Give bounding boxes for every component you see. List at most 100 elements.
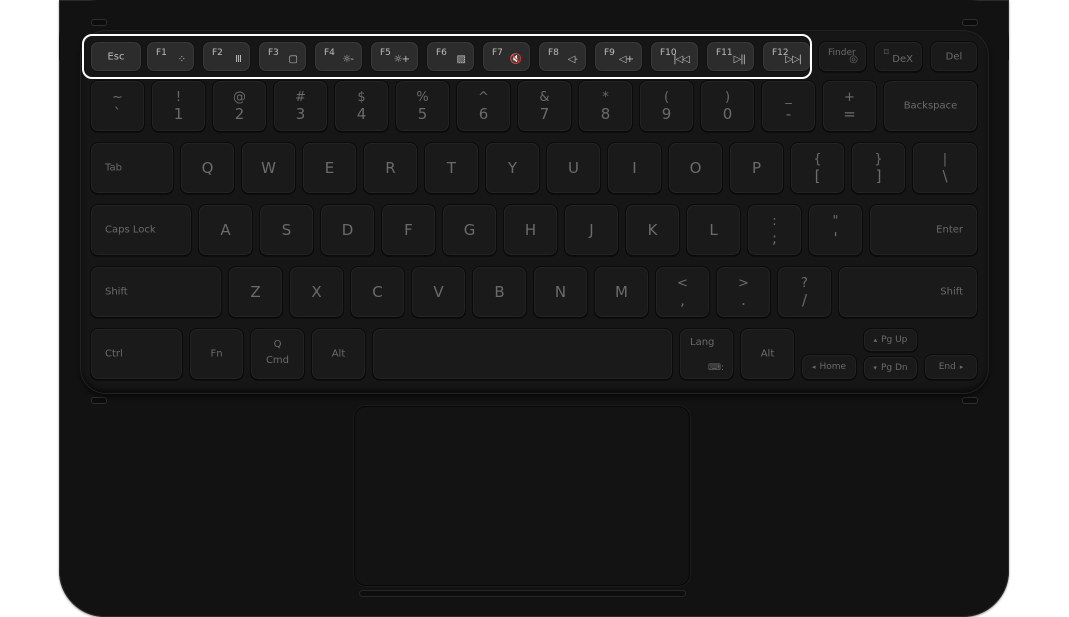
key-number-8[interactable]: * 8 [578, 80, 633, 132]
key-char: 1 [173, 105, 184, 123]
key-home-blank[interactable]: " ' [808, 204, 863, 256]
key-shift-blank[interactable]: <, [655, 266, 710, 318]
key-home-a[interactable]: A [198, 204, 253, 256]
key-f11[interactable]: F11 ▷|| [706, 41, 755, 72]
key-shift-blank[interactable]: >. [716, 266, 771, 318]
key-home-f[interactable]: F [381, 204, 436, 256]
key-qwerty-r[interactable]: R [363, 142, 418, 194]
mute-icon: 🔇 [509, 54, 522, 65]
key-home-k[interactable]: K [625, 204, 680, 256]
key-shift-shift[interactable]: Shift [90, 266, 222, 318]
key-home-g[interactable]: G [442, 204, 497, 256]
key-pg-up[interactable]: ▴ Pg Up [863, 328, 918, 352]
key-qwerty-e[interactable]: E [302, 142, 357, 194]
key-number-2[interactable]: @2 [212, 80, 267, 132]
key-f10[interactable]: F10 |◁◁ [650, 41, 699, 72]
key-label: Del [945, 51, 963, 62]
key-lang[interactable]: Lang ⌨: [679, 328, 734, 380]
key-qwerty-y[interactable]: Y [485, 142, 540, 194]
key-home-blank[interactable]: :; [747, 204, 802, 256]
key-finder[interactable]: Finder ◎ [818, 41, 867, 72]
key-label: L [709, 221, 718, 239]
key-alt[interactable]: Alt [311, 328, 366, 380]
key-home-l[interactable]: L [686, 204, 741, 256]
key-shift-char: < [677, 276, 688, 291]
key-shift-m[interactable]: M [594, 266, 649, 318]
key-number-5[interactable]: % 5 [395, 80, 450, 132]
key-label-group: ▾ Pg Dn [864, 363, 917, 373]
key-label: Cmd [265, 355, 290, 366]
key-home-enter[interactable]: Enter [869, 204, 978, 256]
key-qwerty-tab[interactable]: Tab [90, 142, 174, 194]
key-number-blank[interactable]: + = [822, 80, 877, 132]
key-space[interactable] [372, 328, 673, 380]
key-del[interactable]: Del [930, 41, 978, 72]
key-qwerty-blank[interactable]: }] [851, 142, 906, 194]
key-qwerty-blank[interactable]: {[ [790, 142, 845, 194]
key-dex[interactable]: DeX ⌑ [874, 41, 923, 72]
key-shift-v[interactable]: V [411, 266, 466, 318]
key-f9[interactable]: F9 ◁+ [594, 41, 643, 72]
key-shift-n[interactable]: N [533, 266, 588, 318]
key-shift-z[interactable]: Z [228, 266, 283, 318]
arrow-left-icon: ◂ [811, 363, 816, 371]
key-label: Pg Up [881, 335, 908, 345]
key-qwerty-p[interactable]: P [729, 142, 784, 194]
key-number-6[interactable]: ^ 6 [456, 80, 511, 132]
key-number-3[interactable]: #3 [273, 80, 328, 132]
key-fn[interactable]: Fn [189, 328, 244, 380]
key-home-caps-lock[interactable]: Caps Lock [90, 204, 192, 256]
key-qwerty-q[interactable]: Q [180, 142, 235, 194]
key-shift-c[interactable]: C [350, 266, 405, 318]
key-shift-shift[interactable]: Shift [838, 266, 978, 318]
key-alt[interactable]: Alt [740, 328, 795, 380]
key-f5[interactable]: F5 ☼+ [370, 41, 419, 72]
key-f1[interactable]: F1 ⁘ [146, 41, 195, 72]
key-label: Q [201, 159, 214, 177]
key-home-h[interactable]: H [503, 204, 558, 256]
trackpad[interactable] [354, 406, 690, 586]
key-cmd[interactable]: Q Cmd [250, 328, 305, 380]
key-number-7[interactable]: & 7 [517, 80, 572, 132]
previous-track-icon: |◁◁ [673, 54, 690, 65]
key-f8[interactable]: F8 ◁- [538, 41, 587, 72]
key-number-backspace[interactable]: Backspace [883, 80, 978, 132]
key-shift-blank[interactable]: ? / [777, 266, 832, 318]
apps-icon: ⁘ [177, 54, 186, 65]
key-end[interactable]: End ▸ [924, 354, 978, 380]
key-number-0[interactable]: ) 0 [700, 80, 755, 132]
key-label: End [938, 362, 956, 372]
key-number-blank[interactable]: _ - [761, 80, 816, 132]
key-shift-x[interactable]: X [289, 266, 344, 318]
key-home[interactable]: ◂ Home [801, 354, 857, 380]
key-f6[interactable]: F6 ▨ [426, 41, 475, 72]
key-qwerty-t[interactable]: T [424, 142, 479, 194]
key-number-1[interactable]: ! 1 [151, 80, 206, 132]
key-number-9[interactable]: (9 [639, 80, 694, 132]
key-qwerty-u[interactable]: U [546, 142, 601, 194]
key-qwerty-i[interactable]: I [607, 142, 662, 194]
key-f2[interactable]: F2 III [202, 41, 251, 72]
key-home-s[interactable]: S [259, 204, 314, 256]
key-f12[interactable]: F12 ▷▷| [762, 41, 811, 72]
key-f4[interactable]: F4 ☼- [314, 41, 363, 72]
key-char: . [741, 291, 746, 309]
key-ctrl[interactable]: Ctrl [90, 328, 183, 380]
key-shift-char: ? [801, 276, 808, 291]
key-f3[interactable]: F3 ▢ [258, 41, 307, 72]
key-qwerty-o[interactable]: O [668, 142, 723, 194]
key-qwerty-blank[interactable]: | \ [912, 142, 978, 194]
key-pg-dn[interactable]: ▾ Pg Dn [863, 356, 918, 380]
key-label: F1 [156, 48, 167, 58]
key-qwerty-w[interactable]: W [241, 142, 296, 194]
key-home-j[interactable]: J [564, 204, 619, 256]
finder-icon: ◎ [849, 54, 858, 65]
key-esc[interactable]: Esc [90, 41, 142, 72]
key-number-4[interactable]: $4 [334, 80, 389, 132]
key-number-blank[interactable]: ~ ` [90, 80, 145, 132]
key-shift-b[interactable]: B [472, 266, 527, 318]
key-home-d[interactable]: D [320, 204, 375, 256]
key-f7[interactable]: F7 🔇 [482, 41, 531, 72]
key-char: / [801, 291, 808, 309]
home-icon: ▢ [288, 54, 299, 65]
